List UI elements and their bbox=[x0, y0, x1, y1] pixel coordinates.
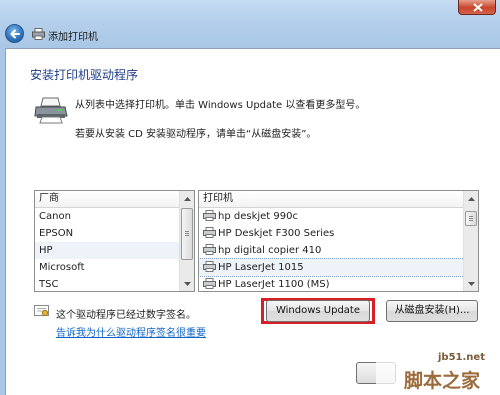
manufacturer-item[interactable]: TSC bbox=[35, 276, 194, 291]
add-printer-window: 添加打印机 安装打印机驱动程序 从列表中选择打印机。单击 Windows Upd… bbox=[0, 0, 500, 395]
printer-item[interactable]: hp deskjet 990c bbox=[199, 208, 478, 225]
scroll-thumb[interactable] bbox=[465, 211, 477, 226]
printer-scrollbar[interactable] bbox=[463, 191, 478, 291]
printer-item[interactable]: HP LaserJet 1100 (MS) bbox=[199, 276, 478, 291]
instruction-text: 从列表中选择打印机。单击 Windows Update 以查看更多型号。 bbox=[75, 100, 366, 111]
printer-small-icon bbox=[32, 28, 45, 40]
manufacturer-item-selected[interactable]: HP bbox=[35, 242, 194, 259]
printer-driver-icon bbox=[203, 244, 216, 255]
page-heading: 安装打印机驱动程序 bbox=[30, 68, 139, 82]
have-disk-button[interactable]: 从磁盘安装(H)... bbox=[386, 300, 478, 322]
printer-item-label: hp digital copier 410 bbox=[218, 245, 322, 256]
manufacturer-item[interactable]: EPSON bbox=[35, 225, 194, 242]
printer-icon bbox=[34, 97, 68, 124]
driver-signing-link[interactable]: 告诉我为什么驱动程序签名很重要 bbox=[56, 324, 206, 339]
scroll-up-arrow-icon[interactable] bbox=[464, 191, 478, 206]
close-icon bbox=[473, 3, 483, 12]
window-title: 添加打印机 bbox=[48, 32, 98, 43]
printer-driver-icon bbox=[203, 227, 216, 238]
scroll-up-arrow-icon[interactable] bbox=[180, 191, 194, 206]
scroll-thumb[interactable] bbox=[181, 208, 193, 260]
windows-update-button[interactable]: Windows Update bbox=[266, 300, 370, 322]
signature-status: 这个驱动程序已经过数字签名。 bbox=[56, 310, 196, 321]
certificate-icon bbox=[34, 305, 49, 317]
manufacturer-scrollbar[interactable] bbox=[179, 191, 194, 291]
printer-list[interactable]: 打印机 hp deskjet 990c HP Deskjet F300 Seri… bbox=[198, 190, 479, 292]
watermark-text: 脚本之家 bbox=[404, 370, 481, 392]
printer-driver-icon bbox=[203, 261, 216, 272]
printer-item-label: HP Deskjet F300 Series bbox=[218, 228, 335, 239]
printer-item-label: HP LaserJet 1015 bbox=[218, 262, 304, 273]
arrow-left-icon bbox=[10, 29, 20, 39]
manufacturer-list[interactable]: 厂商 Canon EPSON HP Microsoft TSC bbox=[34, 190, 195, 292]
printer-item[interactable]: HP Deskjet F300 Series bbox=[199, 225, 478, 242]
printer-item-label: HP LaserJet 1100 (MS) bbox=[218, 279, 330, 290]
watermark-site: jb51.net bbox=[438, 352, 485, 363]
scroll-down-arrow-icon[interactable] bbox=[180, 276, 194, 291]
scroll-down-arrow-icon[interactable] bbox=[464, 276, 478, 291]
printer-item[interactable]: hp digital copier 410 bbox=[199, 242, 478, 259]
printer-column-header[interactable]: 打印机 bbox=[199, 191, 478, 208]
manufacturer-item[interactable]: Canon bbox=[35, 208, 194, 225]
manufacturer-column-header[interactable]: 厂商 bbox=[35, 191, 194, 208]
printer-item-label: hp deskjet 990c bbox=[218, 211, 298, 222]
manufacturer-item[interactable]: Microsoft bbox=[35, 259, 194, 276]
instruction-text-cd: 若要从安装 CD 安装驱动程序，请单击“从磁盘安装”。 bbox=[75, 129, 317, 140]
printer-driver-icon bbox=[203, 210, 216, 221]
back-button[interactable] bbox=[5, 24, 24, 43]
printer-item-selected[interactable]: HP LaserJet 1015 bbox=[199, 258, 478, 277]
printer-driver-icon bbox=[203, 278, 216, 289]
close-button[interactable] bbox=[458, 0, 496, 15]
